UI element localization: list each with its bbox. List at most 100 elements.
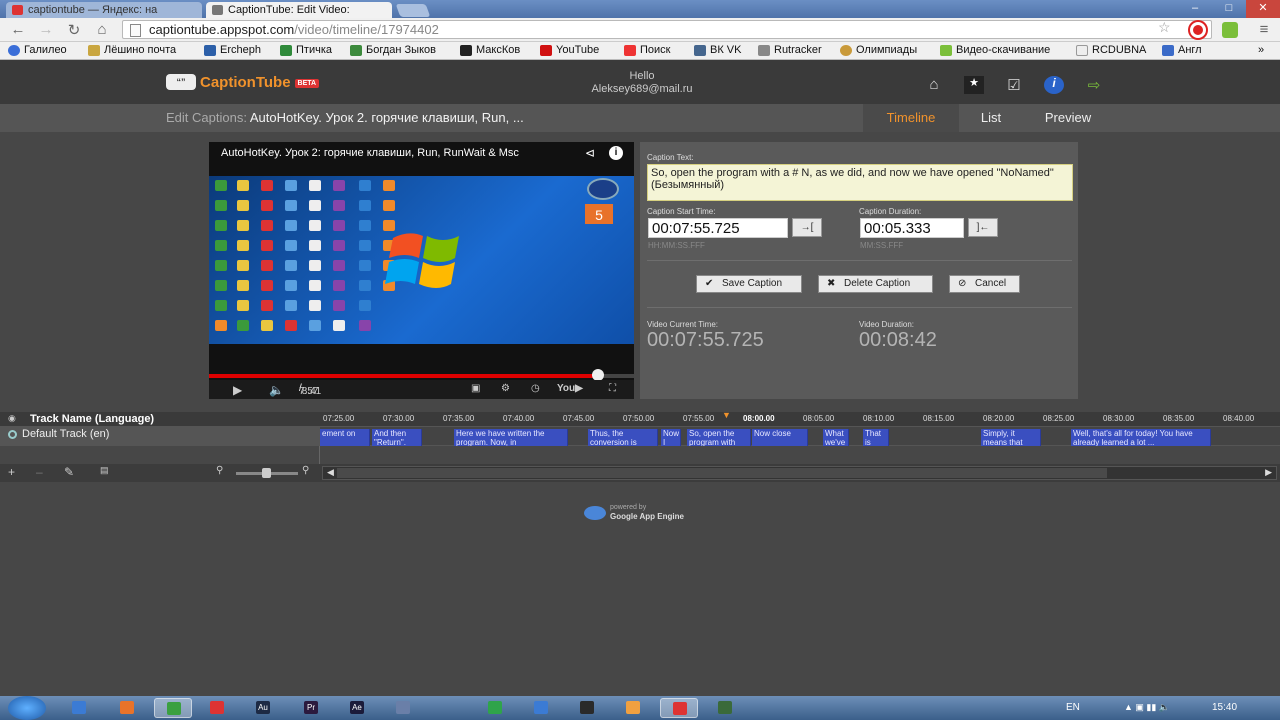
- tab-preview[interactable]: Preview: [1030, 104, 1106, 132]
- language-indicator[interactable]: EN: [1066, 702, 1080, 713]
- taskbar-app-button[interactable]: [108, 698, 146, 718]
- powered-by-app-engine[interactable]: powered by Google App Engine: [584, 504, 704, 522]
- edit-track-icon[interactable]: ✎: [64, 465, 74, 479]
- youtube-logo[interactable]: You▶: [557, 383, 583, 394]
- home-icon[interactable]: ⌂: [924, 76, 944, 94]
- taskbar-app-button[interactable]: [568, 698, 606, 718]
- menu-wrench-icon[interactable]: ≡: [1254, 21, 1274, 38]
- duration-input[interactable]: 00:05.333: [860, 218, 964, 238]
- timeline-scrollbar[interactable]: ◀ ▶: [322, 466, 1277, 480]
- bookmark-item[interactable]: Поиск: [624, 44, 670, 56]
- logout-icon[interactable]: ⇨: [1084, 76, 1104, 94]
- bookmark-item[interactable]: Видео-скачивание: [940, 44, 1050, 56]
- maximize-icon[interactable]: □: [1212, 0, 1246, 18]
- caption-block[interactable]: What we've: [823, 429, 849, 446]
- clipboard-icon[interactable]: ☑: [1004, 76, 1024, 94]
- caption-block[interactable]: Now I: [661, 429, 681, 446]
- taskbar-app-button[interactable]: [522, 698, 560, 718]
- caption-block[interactable]: Well, that's all for today! You have alr…: [1071, 429, 1211, 446]
- zoom-out-icon[interactable]: ⚲: [216, 465, 223, 476]
- taskbar-app-button[interactable]: [60, 698, 98, 718]
- share-icon[interactable]: ⊲: [585, 146, 595, 160]
- start-button[interactable]: [8, 696, 46, 720]
- caption-block[interactable]: And then "Return".: [372, 429, 422, 446]
- reload-icon[interactable]: ↻: [64, 21, 84, 39]
- save-caption-button[interactable]: ✔ Save Caption: [696, 275, 802, 293]
- taskbar-app-button[interactable]: [706, 698, 744, 718]
- minimize-icon[interactable]: –: [1178, 0, 1212, 18]
- caption-block[interactable]: Simply, it means that: [981, 429, 1041, 446]
- new-tab-button[interactable]: [395, 4, 431, 17]
- taskbar-app-button[interactable]: [384, 698, 422, 718]
- browser-tab-yandex[interactable]: captiontube — Яндекс: на: [6, 2, 202, 18]
- taskbar-app-button[interactable]: Ae: [338, 698, 376, 718]
- caption-text-field[interactable]: So, open the program with a # N, as we d…: [647, 164, 1073, 201]
- forward-icon[interactable]: →: [36, 21, 56, 38]
- bookmark-item[interactable]: Галилео: [8, 44, 67, 56]
- bookmark-item[interactable]: RCDUBNA: [1076, 44, 1146, 56]
- captions-icon[interactable]: ▣: [471, 383, 480, 394]
- bookmark-item[interactable]: Rutracker: [758, 44, 822, 56]
- opera-extension-icon[interactable]: [1190, 22, 1206, 38]
- taskbar-app-button[interactable]: [154, 698, 192, 718]
- caption-block[interactable]: Here we have written the program. Now, i…: [454, 429, 568, 446]
- bookmark-item[interactable]: ВК VK: [694, 44, 741, 56]
- scroll-left-icon[interactable]: ◀: [327, 467, 334, 478]
- play-icon[interactable]: ▶: [233, 383, 242, 397]
- video-progress-bar[interactable]: [209, 374, 634, 378]
- bookmark-item[interactable]: Лёшино почта: [88, 44, 176, 56]
- settings-icon[interactable]: ⚙: [501, 383, 510, 394]
- watch-later-icon[interactable]: ◷: [531, 383, 540, 394]
- bookmark-star-icon[interactable]: ☆: [1158, 19, 1171, 36]
- taskbar-app-button[interactable]: [198, 698, 236, 718]
- bookmark-item[interactable]: Англ: [1162, 44, 1202, 56]
- taskbar-app-button[interactable]: [614, 698, 652, 718]
- bookmark-item[interactable]: YouTube: [540, 44, 599, 56]
- set-duration-button[interactable]: ]←: [968, 218, 998, 237]
- address-bar[interactable]: captiontube.appspot.com/video/timeline/1…: [122, 20, 1212, 39]
- scroll-right-icon[interactable]: ▶: [1265, 467, 1272, 478]
- app-logo[interactable]: “” CaptionTube BETA: [166, 74, 320, 92]
- track-visibility-icon[interactable]: [8, 430, 17, 439]
- browser-tab-captiontube[interactable]: CaptionTube: Edit Video:: [206, 2, 392, 18]
- volume-icon[interactable]: 🔈: [269, 383, 284, 397]
- bookmark-item[interactable]: Ercheph: [204, 44, 261, 56]
- caption-options-icon[interactable]: ▤: [100, 465, 109, 476]
- close-icon[interactable]: ✕: [1246, 0, 1280, 18]
- caption-block[interactable]: Now close: [752, 429, 808, 446]
- taskbar-app-button[interactable]: Pr: [292, 698, 330, 718]
- caption-block[interactable]: That is: [863, 429, 889, 446]
- caption-block[interactable]: So, open the program with the: [687, 429, 751, 446]
- bookmark-item[interactable]: Птичка: [280, 44, 332, 56]
- home-icon[interactable]: ⌂: [92, 21, 112, 38]
- playhead-marker[interactable]: ▼: [722, 410, 731, 420]
- video-player[interactable]: AutoHotKey. Урок 2: горячие клавиши, Run…: [209, 142, 634, 399]
- download-extension-icon[interactable]: [1222, 22, 1238, 38]
- add-track-icon[interactable]: +: [8, 465, 15, 479]
- eye-icon[interactable]: ◉: [8, 413, 16, 424]
- zoom-slider-handle[interactable]: [262, 468, 271, 478]
- zoom-in-icon[interactable]: ⚲: [302, 465, 309, 476]
- caption-block[interactable]: ement on: [320, 429, 370, 446]
- caption-block[interactable]: Thus, the conversion is: [588, 429, 658, 446]
- bookmark-item[interactable]: Олимпиады: [840, 44, 917, 56]
- start-time-input[interactable]: 00:07:55.725: [648, 218, 788, 238]
- taskbar-app-button[interactable]: [476, 698, 514, 718]
- back-icon[interactable]: ←: [8, 21, 28, 38]
- taskbar-app-button[interactable]: [660, 698, 698, 718]
- remove-track-icon[interactable]: –: [36, 465, 43, 479]
- fullscreen-icon[interactable]: ⛶: [609, 383, 616, 394]
- tab-list[interactable]: List: [960, 104, 1022, 132]
- set-start-button[interactable]: →[: [792, 218, 822, 237]
- info-icon[interactable]: i: [609, 146, 623, 160]
- track-row[interactable]: Default Track (en) ement on And then "Ret…: [0, 426, 1280, 446]
- bookmark-item[interactable]: Богдан Зыков: [350, 44, 436, 56]
- taskbar-app-button[interactable]: Au: [244, 698, 282, 718]
- info-icon[interactable]: i: [1044, 76, 1064, 94]
- tray-icons[interactable]: ▲ ▣ ▮▮ 🔈: [1124, 702, 1170, 713]
- bookmarks-overflow-icon[interactable]: »: [1258, 44, 1264, 56]
- cancel-button[interactable]: ⊘ Cancel: [949, 275, 1020, 293]
- delete-caption-button[interactable]: ✖ Delete Caption: [818, 275, 933, 293]
- star-icon[interactable]: ★: [964, 76, 984, 94]
- bookmark-item[interactable]: МаксКов: [460, 44, 520, 56]
